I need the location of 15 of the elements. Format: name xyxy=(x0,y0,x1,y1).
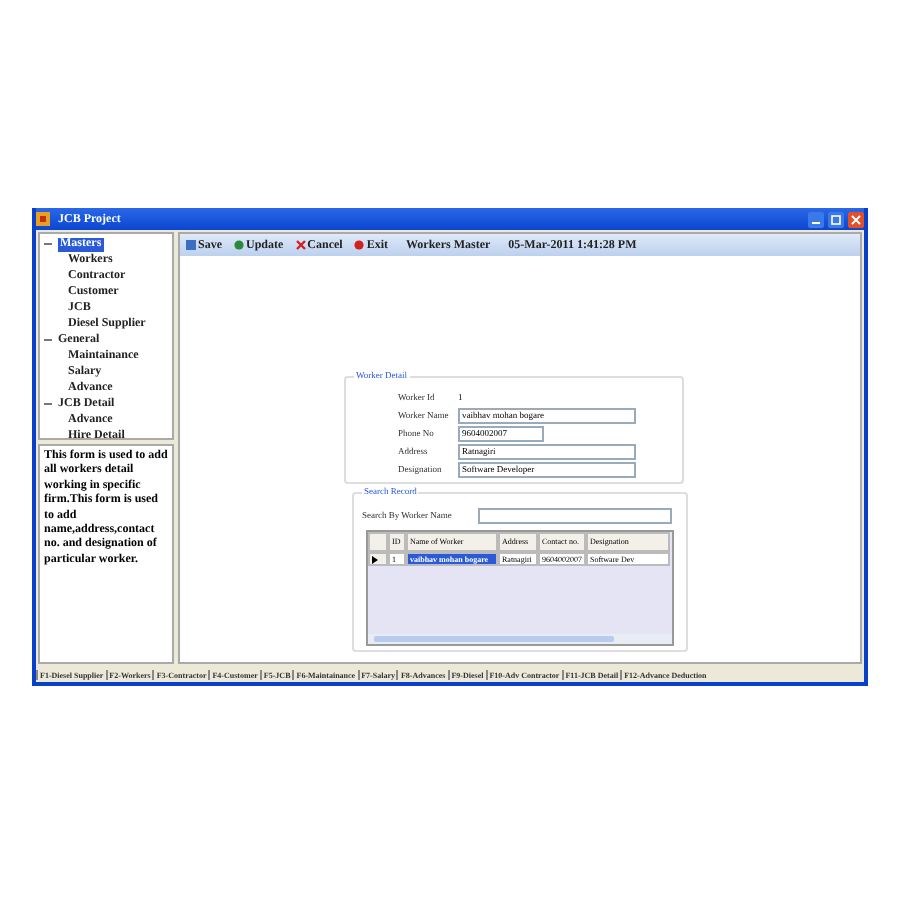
cancel-icon xyxy=(295,240,306,250)
collapse-icon[interactable] xyxy=(44,336,52,344)
collapse-icon[interactable] xyxy=(44,400,52,408)
search-field[interactable] xyxy=(478,507,672,523)
row-header[interactable] xyxy=(368,552,388,566)
collapse-icon[interactable] xyxy=(44,240,52,248)
app-icon xyxy=(36,212,50,226)
close-icon[interactable] xyxy=(848,211,864,227)
minimize-icon[interactable] xyxy=(808,211,824,227)
exit-icon xyxy=(354,240,365,250)
save-icon xyxy=(186,240,196,250)
horizontal-scrollbar[interactable] xyxy=(368,634,672,644)
row-header xyxy=(368,532,388,552)
update-icon xyxy=(234,240,244,250)
maximize-icon[interactable] xyxy=(828,211,844,227)
